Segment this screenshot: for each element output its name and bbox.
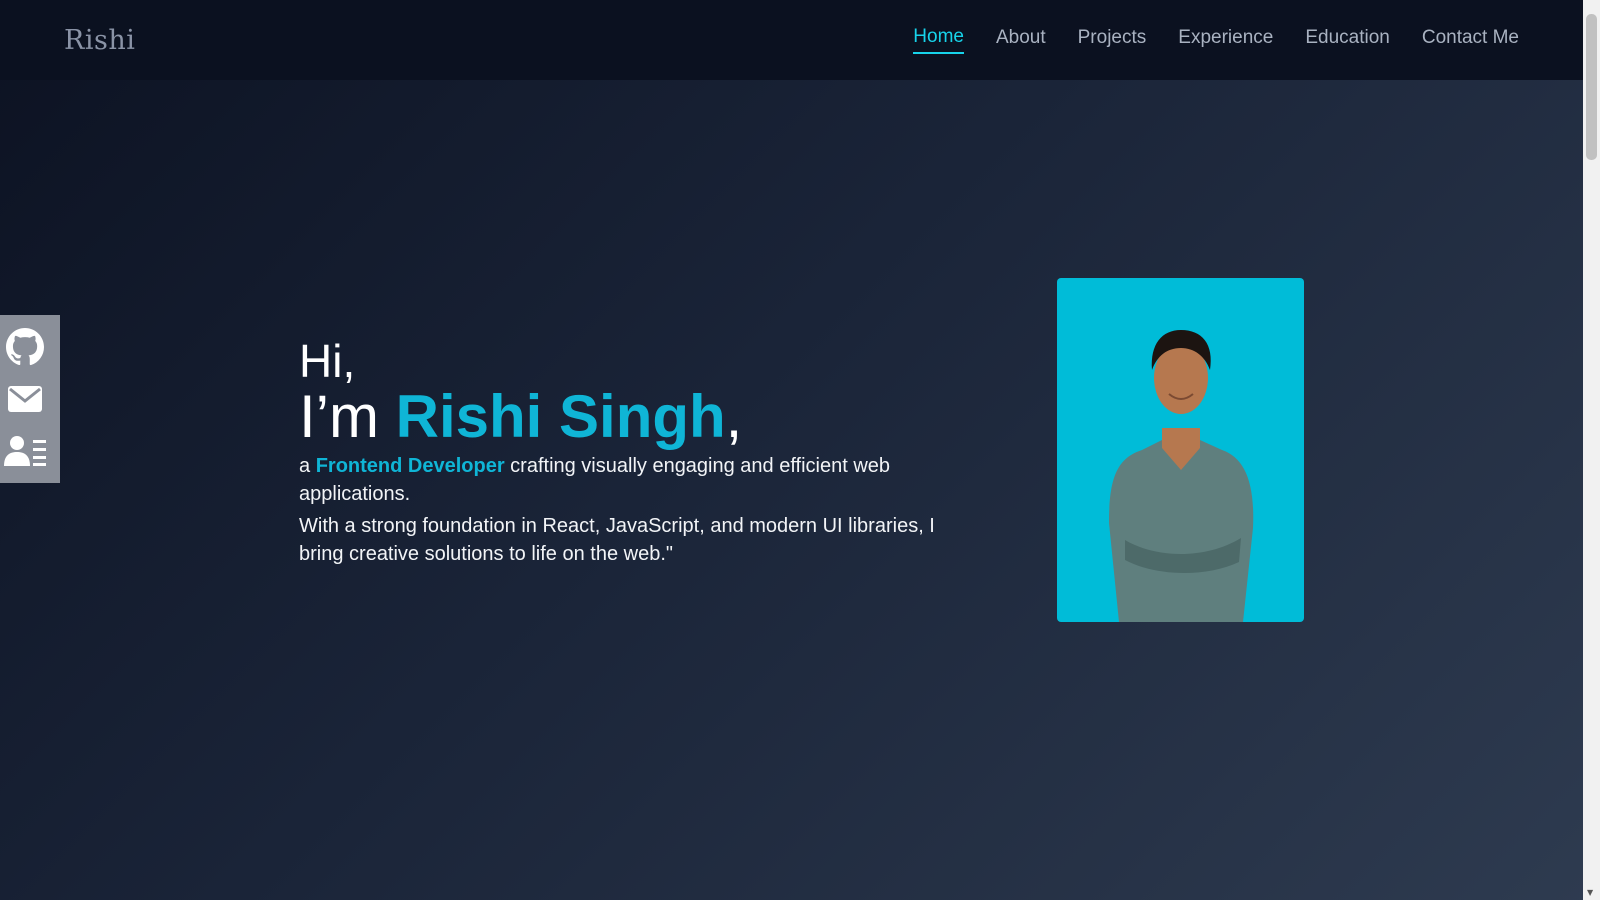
hero-intro: Hi, I’m Rishi Singh, a Frontend Develope… <box>299 336 979 568</box>
nav-links: Home About Projects Experience Education… <box>913 26 1519 54</box>
nav-about-link[interactable]: About <box>996 27 1046 53</box>
hero-description-1: a Frontend Developer crafting visually e… <box>299 452 979 508</box>
scroll-down-arrow-icon[interactable]: ▼ <box>1587 889 1593 897</box>
hero-name-suffix: , <box>725 383 743 450</box>
nav-education-link[interactable]: Education <box>1305 27 1390 53</box>
hero-description-2: With a strong foundation in React, JavaS… <box>299 515 935 565</box>
github-icon[interactable] <box>4 327 46 367</box>
nav-home-link[interactable]: Home <box>913 26 964 54</box>
navbar: Rishi Home About Projects Experience Edu… <box>0 0 1583 80</box>
nav-contact-link[interactable]: Contact Me <box>1422 27 1519 53</box>
hero-name: Rishi Singh <box>395 383 726 450</box>
scroll-thumb[interactable] <box>1586 14 1597 160</box>
hero-role: Frontend Developer <box>315 455 505 477</box>
hero-intro-prefix: I’m <box>299 383 396 450</box>
profile-photo <box>1057 278 1304 622</box>
nav-projects-link[interactable]: Projects <box>1078 27 1147 53</box>
nav-experience-link[interactable]: Experience <box>1178 27 1273 53</box>
social-sidebar <box>0 315 60 483</box>
mail-icon[interactable] <box>4 379 46 419</box>
page-scrollbar[interactable]: ▼ <box>1583 0 1600 900</box>
hero-name-line: I’m Rishi Singh, <box>299 386 979 448</box>
logo[interactable]: Rishi <box>64 25 135 56</box>
contact-card-icon[interactable] <box>4 431 46 471</box>
hero-desc-prefix: a <box>299 455 316 477</box>
hero-greeting: Hi, <box>299 335 356 387</box>
